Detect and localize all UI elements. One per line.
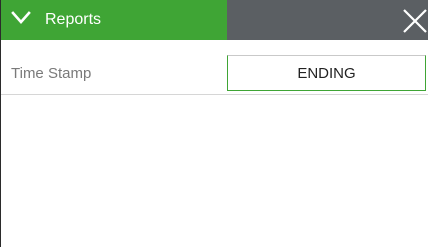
close-icon[interactable] [394,4,428,36]
row-divider [1,94,428,95]
reports-panel: Reports Time Stamp ENDING [0,0,428,247]
time-stamp-label: Time Stamp [11,65,92,82]
chevron-down-icon[interactable] [11,11,31,25]
reports-header-tab[interactable]: Reports [1,0,227,40]
title-bar: Reports [1,0,428,40]
time-stamp-value-field[interactable]: ENDING [227,55,426,91]
time-stamp-row: Time Stamp ENDING [1,55,428,94]
panel-title: Reports [45,11,102,28]
